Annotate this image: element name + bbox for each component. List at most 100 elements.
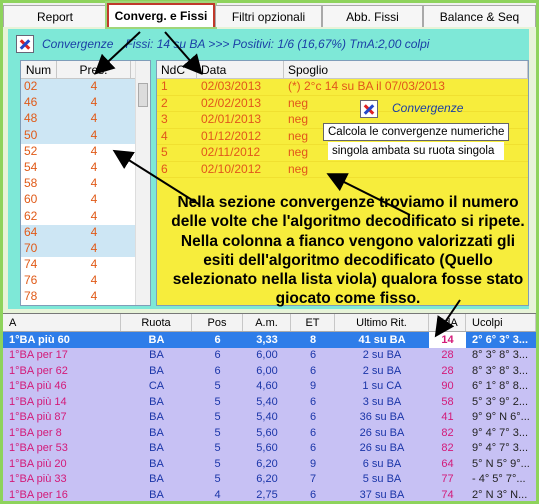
ndc-cell: 2 (161, 95, 168, 110)
table-row[interactable]: 1 02/03/2013 (*) 2°c 14 su BA il 07/03/201… (157, 79, 528, 96)
ucolpi-cell: 8° 3° 8° 3... (472, 349, 529, 362)
table-row[interactable]: 1°BA più 87 BA 5 5,40 6 36 su BA 41 9° 9° N 6°.… (3, 410, 536, 426)
table-row[interactable]: 1°BA più 20 BA 5 6,20 9 6 su BA 64 5° N 5° 9°..… (3, 456, 536, 472)
data-cell: 02/02/2013 (201, 95, 262, 110)
convergenze-button-icon[interactable] (360, 100, 378, 118)
list-item[interactable]: 46 4 (21, 95, 150, 112)
tab-report[interactable]: Report (3, 5, 107, 27)
algorithms-table[interactable]: A Ruota Pos A.m. ET Ultimo Rit. UdA Ucol… (3, 313, 536, 501)
list-item[interactable]: 70 4 (21, 240, 150, 258)
am-cell: 4,60 (256, 380, 278, 393)
col-am[interactable]: A.m. (243, 314, 291, 331)
annotation-text: Nella sezione convergenze troviamo il nu… (171, 194, 525, 308)
am-cell: 6,00 (256, 349, 278, 362)
ultimo-rit-cell: 2 su BA (362, 364, 402, 377)
pos-cell: 5 (214, 426, 221, 439)
col-num[interactable]: Num (21, 61, 57, 78)
col-ultimo-rit[interactable]: Ultimo Rit. (335, 314, 429, 331)
convergenze-header: Convergenze Fissi: 14 su BA >>> Positivi… (16, 34, 429, 54)
et-cell: 9 (309, 380, 317, 393)
table-row[interactable]: 2 02/02/2013 neg (157, 95, 528, 112)
col-data[interactable]: Data (197, 61, 284, 78)
tooltip-line-1: Calcola le convergenze numeriche (323, 123, 509, 141)
numbers-list-header: Num Pres. (21, 61, 150, 79)
num-cell: 64 (24, 224, 38, 239)
table-row[interactable]: 1°BA per 53 BA 5 5,60 6 26 su BA 82 9° 4° 7° 3.… (3, 441, 536, 457)
ndc-cell: 1 (161, 79, 168, 93)
uda-cell: 90 (441, 380, 454, 393)
numbers-list[interactable]: Num Pres. 02 4 46 4 48 4 50 4 52 4 54 4 58 4 60 4 62 4 64 4… (20, 60, 151, 306)
table-row[interactable]: 1°BA per 16 BA 4 2,75 6 37 su BA 74 2° N 3° N..… (3, 487, 536, 503)
data-cell: 02/10/2012 (201, 161, 262, 176)
numbers-list-scrollbar[interactable] (135, 61, 150, 305)
table-row[interactable]: 1°BA per 17 BA 6 6,00 6 2 su BA 28 8° 3° 8° 3..… (3, 348, 536, 364)
convergenze-button-label[interactable]: Convergenze (392, 101, 463, 115)
list-item[interactable]: 60 4 (21, 192, 150, 208)
a-cell: 1°BA più 87 (9, 411, 67, 424)
list-item[interactable]: 52 4 (21, 144, 150, 160)
pres-cell: 4 (90, 257, 98, 272)
col-uda[interactable]: UdA (429, 314, 466, 331)
list-item[interactable]: 02 4 (21, 79, 150, 96)
pos-cell: 5 (214, 395, 221, 408)
num-cell: 48 (24, 111, 38, 126)
table-row[interactable]: 6 02/10/2012 neg (157, 161, 528, 178)
et-cell: 6 (309, 364, 317, 377)
ultimo-rit-cell: 41 su BA (358, 333, 406, 346)
table-row[interactable]: 1°BA per 62 BA 6 6,00 6 2 su BA 28 8° 3° 8° 3..… (3, 363, 536, 379)
spoglio-cell: neg (288, 161, 309, 176)
uda-cell: 77 (441, 473, 454, 486)
num-cell: 74 (24, 257, 38, 272)
pos-cell: 5 (214, 473, 221, 486)
ruota-cell: BA (149, 364, 164, 377)
col-a[interactable]: A (3, 314, 121, 331)
ruota-cell: BA (149, 457, 164, 470)
list-item[interactable]: 50 4 (21, 127, 150, 144)
tab-convergenze-fissi[interactable]: Converg. e Fissi (107, 3, 215, 27)
col-ucolpi[interactable]: Ucolpi (466, 314, 536, 331)
pres-cell: 4 (90, 224, 98, 239)
col-et[interactable]: ET (291, 314, 335, 331)
uda-cell: 82 (441, 426, 454, 439)
list-item[interactable]: 64 4 (21, 224, 150, 241)
list-item[interactable]: 54 4 (21, 160, 150, 176)
list-item[interactable]: 78 4 (21, 289, 150, 305)
tab-filtri-opzionali[interactable]: Filtri opzionali (215, 5, 322, 27)
pres-cell: 4 (90, 95, 98, 110)
list-item[interactable]: 74 4 (21, 257, 150, 273)
a-cell: 1°BA più 60 (9, 333, 70, 346)
table-row[interactable]: 1°BA più 33 BA 5 6,20 7 5 su BA 77 - 4° 5° 7°..… (3, 472, 536, 488)
am-cell: 3,33 (256, 333, 278, 346)
col-pos[interactable]: Pos (192, 314, 243, 331)
table-row[interactable]: 1°BA più 60 BA 6 3,33 8 41 su BA 14 2° 6° 3° 3.… (3, 332, 536, 348)
am-cell: 5,40 (256, 411, 278, 424)
list-item[interactable]: 62 4 (21, 209, 150, 225)
am-cell: 5,60 (256, 426, 278, 439)
tab-abb-fissi[interactable]: Abb. Fissi (322, 5, 423, 27)
list-item[interactable]: 76 4 (21, 273, 150, 289)
a-cell: 1°BA più 46 (9, 380, 67, 393)
uda-cell: 82 (441, 442, 454, 455)
ruota-cell: BA (149, 426, 164, 439)
algorithms-table-header: A Ruota Pos A.m. ET Ultimo Rit. UdA Ucol… (3, 314, 536, 332)
num-cell: 54 (24, 159, 38, 174)
list-item[interactable]: 48 4 (21, 111, 150, 128)
table-row[interactable]: 1°BA per 8 BA 5 5,60 6 26 su BA 82 9° 4° 7° 3..… (3, 425, 536, 441)
list-item[interactable]: 58 4 (21, 176, 150, 192)
col-spoglio[interactable]: Spoglio (284, 61, 528, 78)
table-row[interactable]: 1°BA più 46 CA 5 4,60 9 1 su CA 90 6° 1° 8° 8..… (3, 379, 536, 395)
pres-cell: 4 (90, 143, 98, 158)
table-row[interactable]: 1°BA più 14 BA 5 5,40 6 3 su BA 58 5° 3° 9° 2..… (3, 394, 536, 410)
pos-cell: 6 (214, 349, 221, 362)
uda-cell: 74 (441, 488, 454, 501)
convergenze-icon[interactable] (16, 35, 34, 53)
col-ndc[interactable]: NdC (157, 61, 197, 78)
num-cell: 50 (24, 127, 38, 142)
am-cell: 6,00 (256, 364, 278, 377)
col-ruota[interactable]: Ruota (121, 314, 192, 331)
am-cell: 6,20 (256, 457, 278, 470)
scroll-thumb[interactable] (138, 83, 148, 107)
data-cell: 02/01/2013 (201, 112, 262, 126)
col-pres[interactable]: Pres. (57, 61, 131, 78)
tab-balance-seq[interactable]: Balance & Seq (423, 5, 536, 27)
